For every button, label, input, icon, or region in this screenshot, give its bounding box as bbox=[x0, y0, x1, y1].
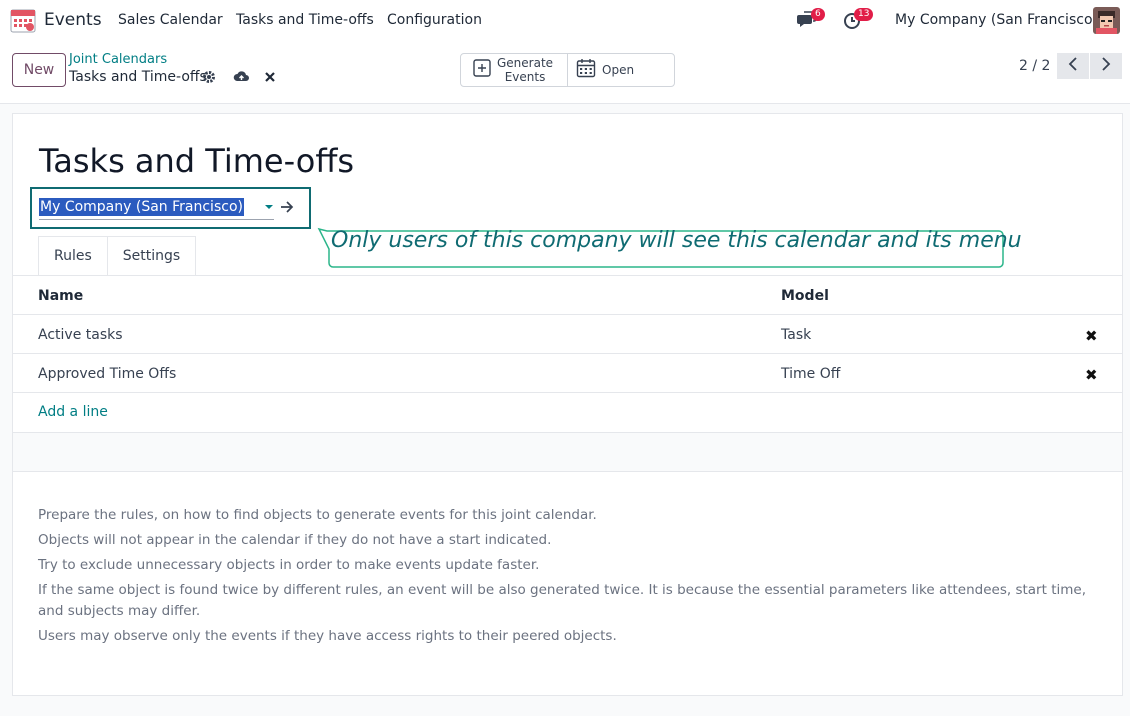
pager-previous-button[interactable] bbox=[1057, 53, 1089, 79]
new-button[interactable]: New bbox=[12, 53, 66, 87]
generate-events-label: Generate Events bbox=[497, 56, 553, 84]
chevron-down-icon[interactable] bbox=[265, 205, 273, 209]
table-footer-band bbox=[13, 432, 1122, 472]
record-title[interactable]: Tasks and Time-offs bbox=[39, 142, 354, 180]
callout-text: Only users of this company will see this… bbox=[331, 228, 1022, 253]
calendar-app-icon[interactable] bbox=[9, 6, 37, 34]
generate-label-line2: Events bbox=[504, 70, 546, 84]
company-input[interactable]: My Company (San Francisco) bbox=[39, 198, 244, 216]
messages-badge: 6 bbox=[811, 8, 825, 21]
help-line: If the same object is found twice by dif… bbox=[38, 582, 1086, 619]
delete-row-icon[interactable]: ✖ bbox=[1085, 366, 1098, 384]
company-field-highlight: My Company (San Francisco) bbox=[30, 187, 311, 229]
rule-model-cell[interactable]: Time Off bbox=[781, 366, 840, 382]
notebook-tabs: Rules Settings bbox=[38, 236, 197, 276]
delete-row-icon[interactable]: ✖ bbox=[1085, 327, 1098, 345]
column-header-model[interactable]: Model bbox=[781, 288, 829, 304]
menu-configuration[interactable]: Configuration bbox=[387, 12, 482, 28]
rule-name-cell[interactable]: Active tasks bbox=[38, 327, 123, 343]
table-header: Name Model bbox=[13, 276, 1122, 315]
help-line: Prepare the rules, on how to find object… bbox=[38, 507, 597, 523]
calendar-icon bbox=[576, 58, 596, 82]
company-input-underline bbox=[39, 219, 274, 220]
pager-next-button[interactable] bbox=[1090, 53, 1122, 79]
generate-label-line1: Generate bbox=[497, 56, 554, 70]
breadcrumb-current: Tasks and Time-offs bbox=[69, 69, 207, 85]
app-name[interactable]: Events bbox=[44, 10, 102, 30]
action-button-group: Generate Events Open bbox=[460, 53, 675, 87]
tab-settings[interactable]: Settings bbox=[107, 236, 197, 276]
pager-value[interactable]: 2 / 2 bbox=[1019, 58, 1050, 74]
rule-name-cell[interactable]: Approved Time Offs bbox=[38, 366, 176, 382]
activities-badge: 13 bbox=[854, 8, 874, 21]
menu-tasks-time-offs[interactable]: Tasks and Time-offs bbox=[236, 12, 374, 28]
open-label: Open bbox=[602, 63, 635, 77]
column-header-name[interactable]: Name bbox=[38, 288, 83, 304]
gear-icon[interactable] bbox=[202, 70, 216, 84]
arrow-right-icon[interactable] bbox=[280, 201, 294, 217]
form-sheet: Tasks and Time-offs My Company (San Fran… bbox=[12, 113, 1123, 696]
table-row[interactable]: Active tasks Task ✖ bbox=[13, 315, 1122, 354]
menu-sales-calendar[interactable]: Sales Calendar bbox=[118, 12, 223, 28]
user-avatar[interactable] bbox=[1093, 7, 1120, 34]
open-calendar-button[interactable]: Open bbox=[568, 54, 634, 86]
company-switcher[interactable]: My Company (San Francisco) bbox=[895, 12, 1098, 28]
tab-rules[interactable]: Rules bbox=[38, 236, 108, 276]
help-line: Users may observe only the events if the… bbox=[38, 628, 617, 644]
top-navbar: Events Sales Calendar Tasks and Time-off… bbox=[0, 0, 1130, 40]
help-line: Try to exclude unnecessary objects in or… bbox=[38, 557, 540, 573]
chevron-right-icon bbox=[1101, 57, 1111, 75]
discard-close-icon[interactable] bbox=[264, 71, 278, 85]
save-cloud-icon[interactable] bbox=[233, 69, 250, 83]
table-row[interactable]: Approved Time Offs Time Off ✖ bbox=[13, 354, 1122, 393]
generate-events-button[interactable]: Generate Events bbox=[461, 54, 568, 86]
breadcrumb-parent-link[interactable]: Joint Calendars bbox=[69, 52, 167, 67]
chevron-left-icon bbox=[1068, 57, 1078, 75]
add-line-link[interactable]: Add a line bbox=[38, 404, 108, 420]
rule-model-cell[interactable]: Task bbox=[781, 327, 811, 343]
help-text: Prepare the rules, on how to find object… bbox=[38, 505, 1088, 651]
plus-square-icon bbox=[473, 59, 491, 81]
control-panel: New Joint Calendars Tasks and Time-offs … bbox=[0, 40, 1130, 104]
help-line: Objects will not appear in the calendar … bbox=[38, 532, 552, 548]
